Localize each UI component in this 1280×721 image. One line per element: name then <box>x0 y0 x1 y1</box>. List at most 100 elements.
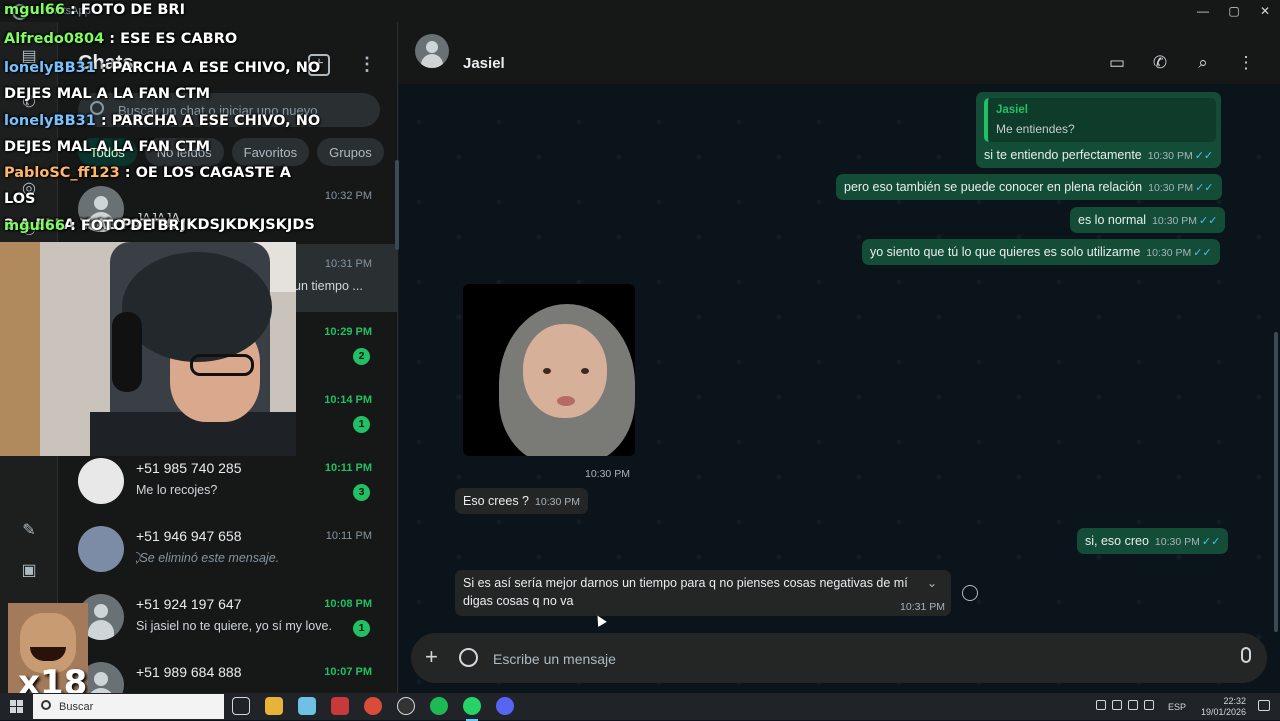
quoted-message[interactable]: Jasiel Me entiendes? <box>984 98 1216 142</box>
close-button[interactable]: ✕ <box>1250 2 1280 20</box>
chat-item[interactable]: +51 924 197 647 Si jasiel no te quiere, … <box>58 584 398 652</box>
avatar <box>78 458 124 504</box>
chat-time: 10:14 PM <box>324 394 372 406</box>
contact-name[interactable]: Jasiel <box>463 55 505 72</box>
language-indicator[interactable]: ESP <box>1168 702 1186 712</box>
unread-badge: 3 <box>353 484 370 501</box>
conversation-panel: Jasiel ▭ ✆ ⌕ ⋮ Jasiel Me entiendes? si t… <box>399 22 1280 693</box>
stream-chat-line: lonelyBB31 : PARCHA A ESE CHIVO, NO DEJES… <box>4 60 321 102</box>
conversation-header[interactable]: Jasiel ▭ ✆ ⌕ ⋮ <box>399 22 1280 84</box>
clock-time: 22:32 <box>1223 696 1246 706</box>
message-input[interactable] <box>493 648 1193 670</box>
taskbar-search-label: Buscar <box>59 701 94 713</box>
windows-start-icon[interactable] <box>10 700 23 713</box>
message-out[interactable]: si, eso creo 10:30 PM ✓✓ <box>1077 528 1229 554</box>
discord-icon[interactable] <box>496 697 514 715</box>
whatsapp-window: WhatsApp — ▢ ✕ ▤ ✆ ◌ ◎ ⚇ ✎ ▣ Chats + ⋮ T… <box>0 0 1280 699</box>
message-text: yo siento que tú lo que quieres es solo … <box>870 245 1141 259</box>
chat-preview: Me lo recojes? <box>136 483 218 497</box>
chat-preview: ⃠ Se eliminó este mensaje. <box>136 551 280 565</box>
photo-message[interactable] <box>463 284 635 456</box>
taskbar-search[interactable]: Buscar <box>33 694 224 719</box>
stream-chat-line: lonelyBB31 : PARCHA A ESE CHIVO, NO DEJES… <box>4 113 321 155</box>
chat-item[interactable]: +51 946 947 658 ⃠ Se eliminó este mensaj… <box>58 516 398 584</box>
search-messages-icon[interactable]: ⌕ <box>1192 52 1214 74</box>
quoted-text: Me entiendes? <box>996 122 1075 136</box>
windows-taskbar: Buscar ESP 22:32 19/01/2026 <box>0 693 1280 721</box>
whatsapp-taskbar-icon[interactable] <box>463 697 481 721</box>
chat-preview: Si jasiel no te quiere, yo sí my love. <box>136 619 332 633</box>
message-text-line2: digas cosas q no va <box>463 594 574 608</box>
chat-time: 10:08 PM <box>324 598 372 610</box>
webcam-overlay <box>0 242 296 456</box>
sticker-icon[interactable] <box>459 648 478 667</box>
message-out[interactable]: yo siento que tú lo que quieres es solo … <box>862 239 1220 265</box>
read-ticks-icon: ✓✓ <box>1195 182 1214 194</box>
read-ticks-icon: ✓✓ <box>1193 247 1212 259</box>
stream-chat-line: Alfredo0804 : ESE ES CABRO <box>4 31 238 47</box>
file-explorer-icon[interactable] <box>265 697 283 715</box>
microphone-icon[interactable] <box>1241 647 1251 663</box>
avatar <box>78 526 124 572</box>
quoted-author: Jasiel <box>996 104 1028 116</box>
unread-badge: 1 <box>353 416 370 433</box>
attach-icon[interactable]: + <box>425 644 438 670</box>
app-icon[interactable] <box>331 697 349 715</box>
video-call-icon[interactable]: ▭ <box>1106 52 1128 74</box>
filter-groups[interactable]: Grupos <box>317 138 384 166</box>
maximize-button[interactable]: ▢ <box>1219 2 1249 20</box>
chat-time: 10:07 PM <box>324 666 372 678</box>
message-out[interactable]: es lo normal 10:30 PM ✓✓ <box>1070 207 1226 233</box>
menu-icon[interactable]: ⋮ <box>358 54 376 75</box>
photo-time: 10:30 PM <box>585 468 630 480</box>
voice-call-icon[interactable]: ✆ <box>1149 52 1171 74</box>
read-ticks-icon: ✓✓ <box>1199 215 1218 227</box>
chrome-icon[interactable] <box>364 697 382 715</box>
read-ticks-icon: ✓✓ <box>1194 150 1214 162</box>
minimize-button[interactable]: — <box>1188 2 1218 20</box>
unread-badge: 1 <box>353 620 370 637</box>
stream-chat-line: mgul66 : FOTO DE BRI <box>4 2 185 18</box>
spotify-icon[interactable] <box>430 697 448 715</box>
message-time: 10:30 PM <box>1152 215 1198 227</box>
search-icon <box>41 700 51 710</box>
clock-date: 19/01/2026 <box>1200 707 1246 717</box>
tray-icons[interactable] <box>1096 700 1158 712</box>
chat-time: 10:31 PM <box>324 258 372 270</box>
obs-icon[interactable] <box>397 697 415 715</box>
chat-item[interactable]: +51 989 684 888 10:07 PM <box>58 652 398 693</box>
chat-time: 10:29 PM <box>324 326 372 338</box>
message-text: Eso crees ? <box>463 494 530 508</box>
chat-name: +51 985 740 285 <box>136 460 242 476</box>
conversation-menu-icon[interactable]: ⋮ <box>1235 52 1257 74</box>
clock[interactable]: 22:32 19/01/2026 <box>1201 696 1246 718</box>
message-text: si, eso creo <box>1085 534 1149 548</box>
message-time: 10:30 PM <box>1154 536 1200 548</box>
read-ticks-icon: ✓✓ <box>1201 536 1221 548</box>
message-out[interactable]: pero eso también se puede conocer en ple… <box>836 174 1222 200</box>
message-text: si te entiendo perfectamente <box>984 148 1142 162</box>
chevron-down-icon[interactable]: ⌄ <box>927 576 937 590</box>
message-in[interactable]: Eso crees ? 10:30 PM <box>455 488 588 514</box>
message-time: 10:31 PM <box>900 601 945 613</box>
message-text: pero eso también se puede conocer en ple… <box>844 180 1143 194</box>
notification-icon[interactable] <box>1258 700 1270 711</box>
chat-time: 10:32 PM <box>324 190 372 202</box>
chat-item[interactable]: +51 985 740 285 Me lo recojes? 10:11 PM … <box>58 448 398 516</box>
stream-chat-overlay: mgul66 : FOTO DE BRI Alfredo0804 : ESE E… <box>4 0 324 240</box>
media-icon[interactable]: ▣ <box>17 558 41 582</box>
conversation-scrollbar[interactable] <box>1274 332 1278 632</box>
starred-icon[interactable]: ✎ <box>17 518 41 542</box>
task-view-icon[interactable] <box>232 697 250 715</box>
emoji-reaction-icon[interactable] <box>962 585 978 601</box>
chat-time: 10:11 PM <box>325 530 372 542</box>
message-text-line1: Si es así sería mejor darnos un tiempo p… <box>463 576 908 590</box>
message-text: es lo normal <box>1078 213 1147 227</box>
message-out-quoted[interactable]: Jasiel Me entiendes? si te entiendo perf… <box>976 92 1221 168</box>
unread-badge: 2 <box>353 348 370 365</box>
message-time: 10:30 PM <box>1148 182 1194 194</box>
notepad-icon[interactable] <box>298 697 316 715</box>
message-in-long[interactable]: Si es así sería mejor darnos un tiempo p… <box>455 570 951 616</box>
contact-avatar[interactable] <box>415 34 449 68</box>
message-time: 10:30 PM <box>535 496 580 508</box>
